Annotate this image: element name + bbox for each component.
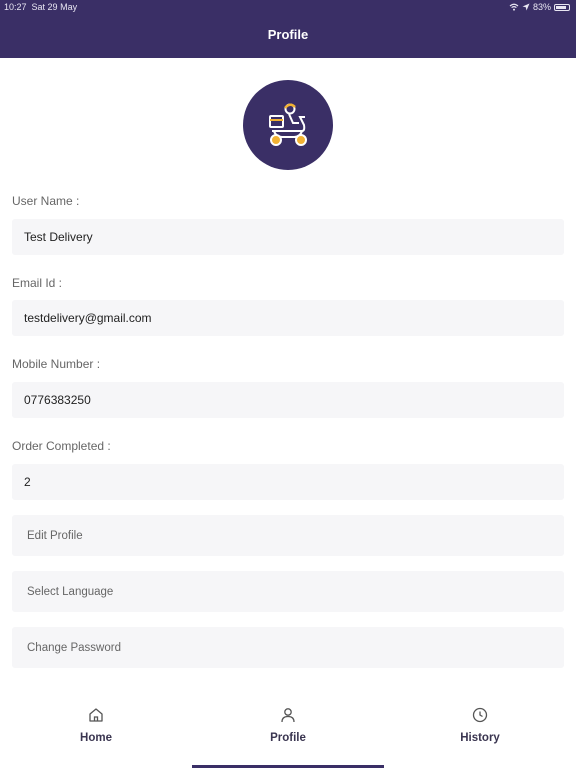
delivery-scooter-icon bbox=[269, 103, 307, 146]
change-password-button[interactable]: Change Password bbox=[12, 627, 564, 668]
tab-profile-label: Profile bbox=[270, 732, 306, 744]
wifi-icon bbox=[509, 3, 519, 11]
email-value: testdelivery@gmail.com bbox=[12, 300, 564, 336]
username-label: User Name : bbox=[12, 194, 80, 208]
clock-icon bbox=[472, 707, 488, 723]
edit-profile-button[interactable]: Edit Profile bbox=[12, 515, 564, 556]
tab-home-label: Home bbox=[80, 732, 112, 744]
page-title: Profile bbox=[267, 27, 309, 42]
avatar bbox=[243, 80, 333, 170]
tab-home[interactable]: Home bbox=[0, 696, 192, 768]
app-header: 10:27 Sat 29 May 83% Profile bbox=[0, 0, 576, 58]
battery-percentage: 83% bbox=[532, 2, 551, 12]
home-icon bbox=[89, 708, 103, 722]
location-arrow-icon bbox=[522, 3, 530, 11]
username-value: Test Delivery bbox=[12, 219, 564, 255]
battery-icon bbox=[554, 3, 570, 11]
tab-history[interactable]: History bbox=[384, 696, 576, 768]
user-icon bbox=[281, 708, 295, 723]
tab-profile[interactable]: Profile bbox=[192, 696, 384, 768]
mobile-label: Mobile Number : bbox=[12, 357, 101, 371]
select-language-button[interactable]: Select Language bbox=[12, 571, 564, 612]
tab-history-label: History bbox=[460, 732, 500, 744]
mobile-value: 0776383250 bbox=[12, 382, 564, 418]
email-label: Email Id : bbox=[12, 276, 63, 290]
orders-completed-value: 2 bbox=[12, 464, 564, 500]
status-bar-right: 83% bbox=[509, 2, 570, 12]
orders-completed-label: Order Completed : bbox=[12, 439, 111, 453]
bottom-tab-bar: Home Profile History bbox=[0, 696, 576, 768]
status-bar-left: 10:27 Sat 29 May bbox=[4, 2, 77, 12]
status-time: 10:27 bbox=[4, 2, 27, 12]
status-date: Sat 29 May bbox=[31, 2, 78, 12]
